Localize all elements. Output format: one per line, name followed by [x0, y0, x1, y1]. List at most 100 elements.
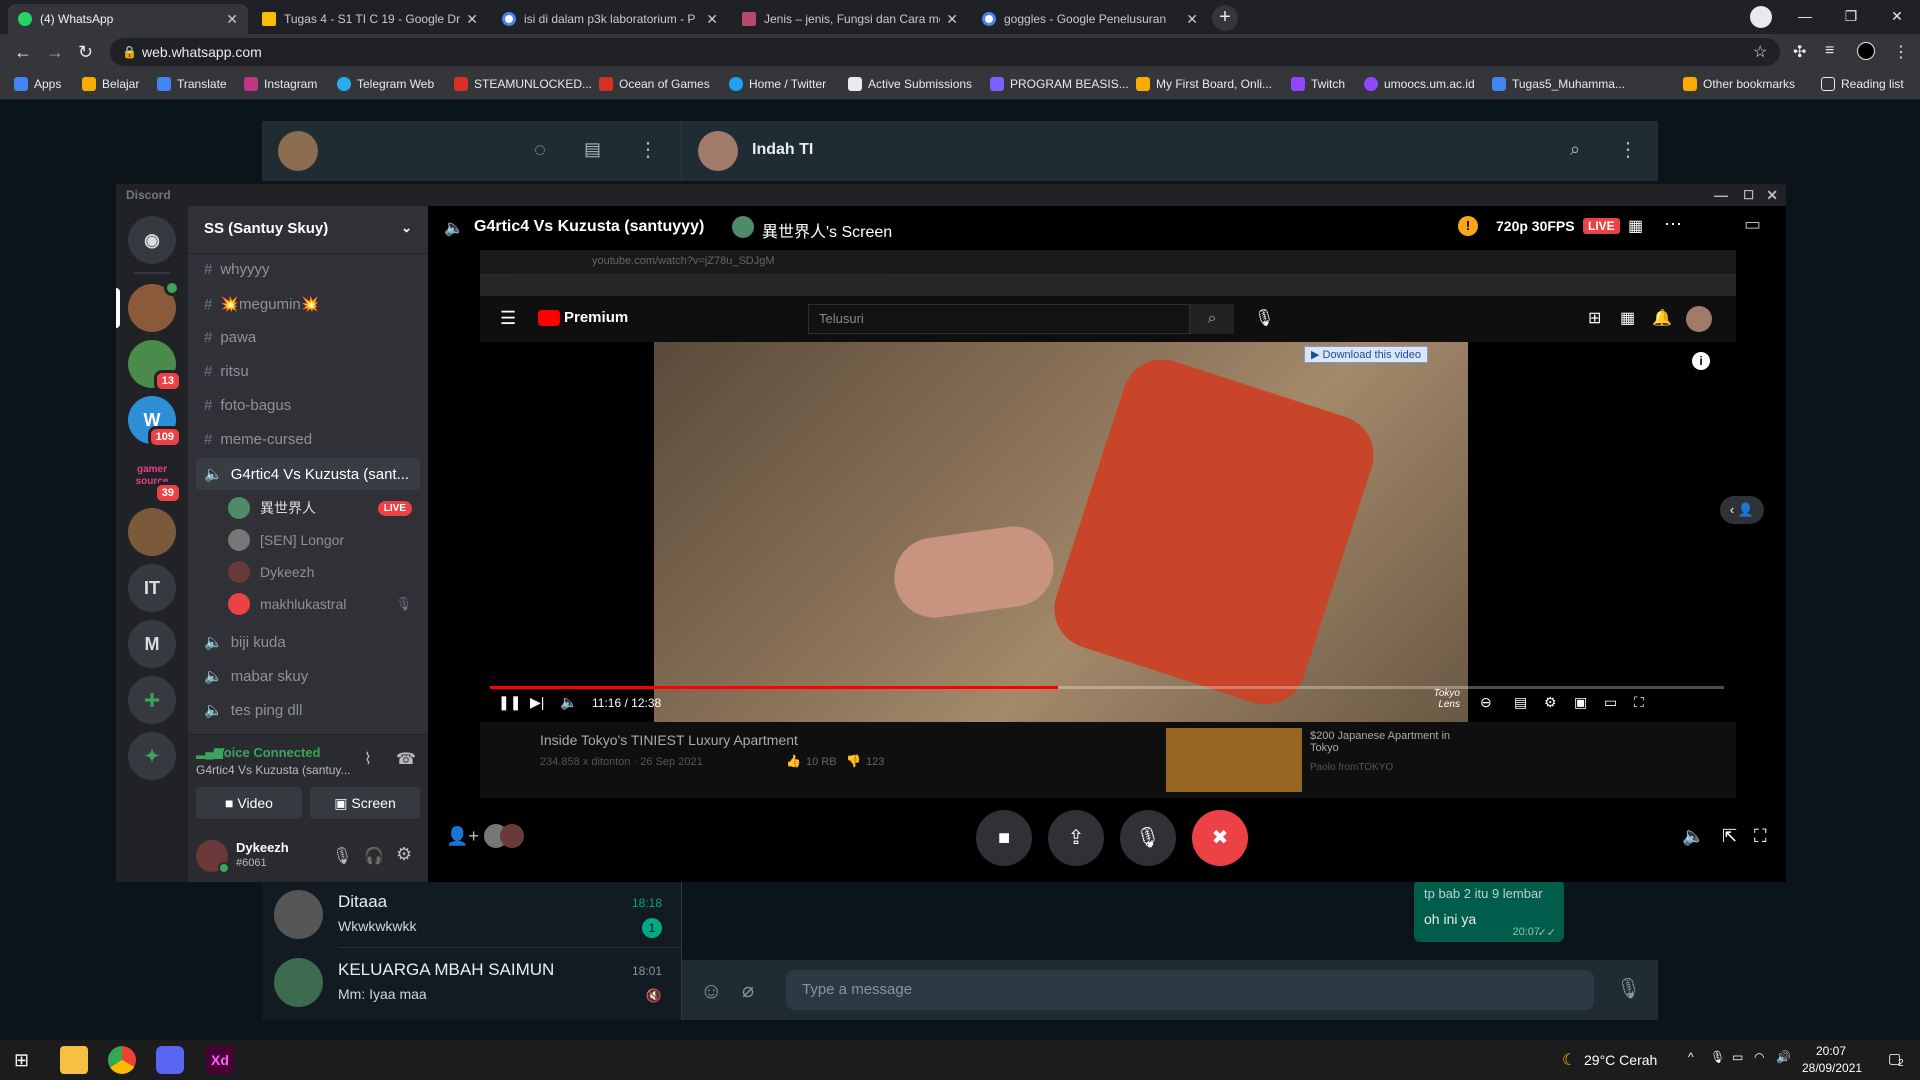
apps-grid-icon[interactable]: ▦ — [1620, 308, 1635, 328]
server-santuy-skuy[interactable] — [128, 280, 180, 332]
star-icon[interactable]: ☆ — [1753, 42, 1767, 62]
bookmark-apps[interactable]: Apps — [14, 77, 61, 91]
miniplayer-icon[interactable]: ▣ — [1574, 694, 1587, 711]
hamburger-icon[interactable]: ☰ — [500, 308, 516, 329]
camera-button[interactable]: ■ — [976, 810, 1032, 866]
minimize-icon[interactable]: — — [1714, 184, 1728, 206]
discord-home-icon[interactable]: ◉ — [128, 216, 176, 264]
create-video-icon[interactable]: ⊞ — [1588, 308, 1601, 328]
bookmark-ocean-of-games[interactable]: Ocean of Games — [599, 77, 710, 91]
tray-microphone-icon[interactable]: 🎙 — [1710, 1050, 1725, 1064]
volume-icon[interactable]: 🔈 — [560, 694, 577, 711]
video-frame[interactable]: ▶ Download this video Tokyo Lens — [654, 342, 1468, 722]
contact-name[interactable]: Indah TI — [752, 141, 813, 159]
tab-google-search-p3k[interactable]: isi di dalam p3k laboratorium - P ✕ — [492, 4, 728, 34]
bookmark-twitter[interactable]: Home / Twitter — [729, 77, 826, 91]
bookmark-reading-list[interactable]: Reading list — [1821, 77, 1904, 91]
recommended-thumbnail[interactable] — [1166, 728, 1302, 792]
disconnect-icon[interactable]: ☎ — [396, 749, 416, 769]
popout-icon[interactable]: ⇱ — [1722, 826, 1737, 847]
speaker-icon[interactable]: 🔊 — [1776, 1050, 1791, 1064]
bookmark-umoocs[interactable]: umoocs.um.ac.id — [1364, 77, 1475, 91]
voice-channel-active[interactable]: 🔈 G4rtic4 Vs Kuzusta (sant... — [196, 458, 420, 490]
discord-icon[interactable] — [156, 1046, 184, 1074]
my-avatar[interactable] — [278, 131, 318, 171]
tab-whatsapp[interactable]: (4) WhatsApp ✕ — [8, 4, 248, 34]
close-icon[interactable]: ✕ — [1186, 11, 1198, 28]
profile-avatar[interactable] — [1750, 6, 1772, 28]
channel-pawa[interactable]: # pawa — [196, 322, 420, 354]
restore-icon[interactable]: ❐ — [1828, 0, 1874, 32]
close-icon[interactable]: ✕ — [466, 11, 478, 28]
headphones-icon[interactable]: 🎧 — [364, 846, 384, 866]
menu-kebab-icon[interactable]: ⋮ — [638, 137, 658, 162]
minimize-icon[interactable]: — — [1782, 0, 1828, 32]
new-tab-button[interactable]: + — [1212, 5, 1238, 31]
microphone-icon[interactable]: 🎙 — [332, 846, 352, 866]
tab-jenis[interactable]: Jenis – jenis, Fungsi dan Cara me ✕ — [732, 4, 968, 34]
screen-share-button[interactable]: ▣ Screen — [310, 787, 420, 819]
microphone-button[interactable]: 🎙 — [1120, 810, 1176, 866]
bookmark-steamunlocked[interactable]: STEAMUNLOCKED... — [454, 77, 592, 91]
channel-megumin[interactable]: # 💥megumin💥 — [196, 288, 420, 320]
more-icon[interactable]: ⋯ — [1664, 214, 1682, 235]
bookmark-my-first-board[interactable]: My First Board, Onli... — [1136, 77, 1272, 91]
next-icon[interactable]: ▶| — [530, 694, 544, 711]
bookmark-active-submissions[interactable]: Active Submissions — [848, 77, 972, 91]
back-arrow-icon[interactable]: ← — [14, 42, 32, 63]
bookmark-tugas5[interactable]: Tugas5_Muhamma... — [1492, 77, 1625, 91]
forward-arrow-icon[interactable]: → — [46, 42, 64, 63]
new-chat-icon[interactable]: ▤ — [584, 139, 601, 160]
like-icon[interactable]: 👍 — [786, 754, 801, 768]
close-icon[interactable]: ✕ — [226, 11, 238, 28]
search-icon[interactable]: ⌕ — [1570, 139, 1580, 160]
inbox-icon[interactable]: ▭ — [1744, 214, 1761, 235]
settings-gear-icon[interactable]: ⚙ — [396, 844, 412, 865]
fullscreen-icon[interactable]: ⛶ — [1754, 826, 1767, 847]
attach-icon[interactable]: ⌀ — [742, 978, 754, 1003]
avatar[interactable] — [196, 840, 230, 874]
profile-icon[interactable] — [1857, 42, 1875, 60]
microphone-icon[interactable]: 🎙 — [1254, 308, 1274, 328]
battery-icon[interactable]: ▭ — [1732, 1050, 1743, 1064]
voice-user[interactable]: [SEN] Longor — [228, 526, 420, 554]
channel-foto-bagus[interactable]: # foto-bagus — [196, 390, 420, 422]
extensions-icon[interactable]: ✣ — [1793, 42, 1806, 62]
emoji-icon[interactable]: ☺ — [700, 978, 722, 1004]
theater-icon[interactable]: ▭ — [1604, 694, 1617, 711]
search-input[interactable]: Telusuri — [808, 304, 1190, 334]
voice-user[interactable]: makhlukastral 🎙 — [228, 590, 420, 618]
bookmark-other[interactable]: Other bookmarks — [1683, 77, 1795, 91]
voice-channel[interactable]: 🔈 biji kuda — [196, 626, 420, 658]
microphone-icon[interactable]: 🎙 — [1616, 976, 1641, 1001]
disconnect-button[interactable]: ✖ — [1192, 810, 1248, 866]
media-icon[interactable]: ≡ — [1825, 42, 1834, 60]
voice-user[interactable]: 異世界人 LIVE — [228, 494, 420, 522]
add-friend-icon[interactable]: 👤+ — [446, 826, 479, 847]
server-m[interactable]: M — [128, 620, 176, 668]
bookmark-telegram[interactable]: Telegram Web — [337, 77, 434, 91]
explore-compass-icon[interactable]: ✦ — [128, 732, 176, 780]
pause-icon[interactable]: ❚❚ — [498, 694, 521, 711]
server-icon[interactable]: 13 — [128, 340, 182, 392]
warning-icon[interactable]: ! — [1458, 216, 1478, 236]
windows-start-icon[interactable]: ⊞ — [14, 1050, 29, 1071]
avatar[interactable] — [1686, 306, 1712, 332]
subtitles-icon[interactable]: ▤ — [1514, 694, 1527, 711]
noise-suppression-icon[interactable]: ⌇ — [364, 749, 372, 769]
download-video-button[interactable]: ▶ Download this video — [1304, 346, 1428, 363]
chrome-icon[interactable] — [108, 1046, 136, 1074]
bookmark-translate[interactable]: Translate — [157, 77, 227, 91]
menu-kebab-icon[interactable]: ⋮ — [1893, 42, 1909, 62]
server-gamer-source[interactable]: gamer source 39 — [128, 452, 182, 504]
tab-google-drive[interactable]: Tugas 4 - S1 TI C 19 - Google Dr ✕ — [252, 4, 488, 34]
close-icon[interactable]: ✕ — [946, 11, 958, 28]
bookmark-belajar[interactable]: Belajar — [82, 77, 139, 91]
server-icon[interactable] — [128, 508, 176, 556]
server-icon[interactable]: W 109 — [128, 396, 182, 448]
search-icon[interactable]: ⌕ — [1190, 304, 1234, 334]
progress-track[interactable] — [490, 686, 1724, 689]
adobe-xd-icon[interactable]: Xd — [206, 1046, 234, 1074]
close-icon[interactable]: ✕ — [1766, 184, 1778, 206]
channel-ritsu[interactable]: # ritsu — [196, 356, 420, 388]
